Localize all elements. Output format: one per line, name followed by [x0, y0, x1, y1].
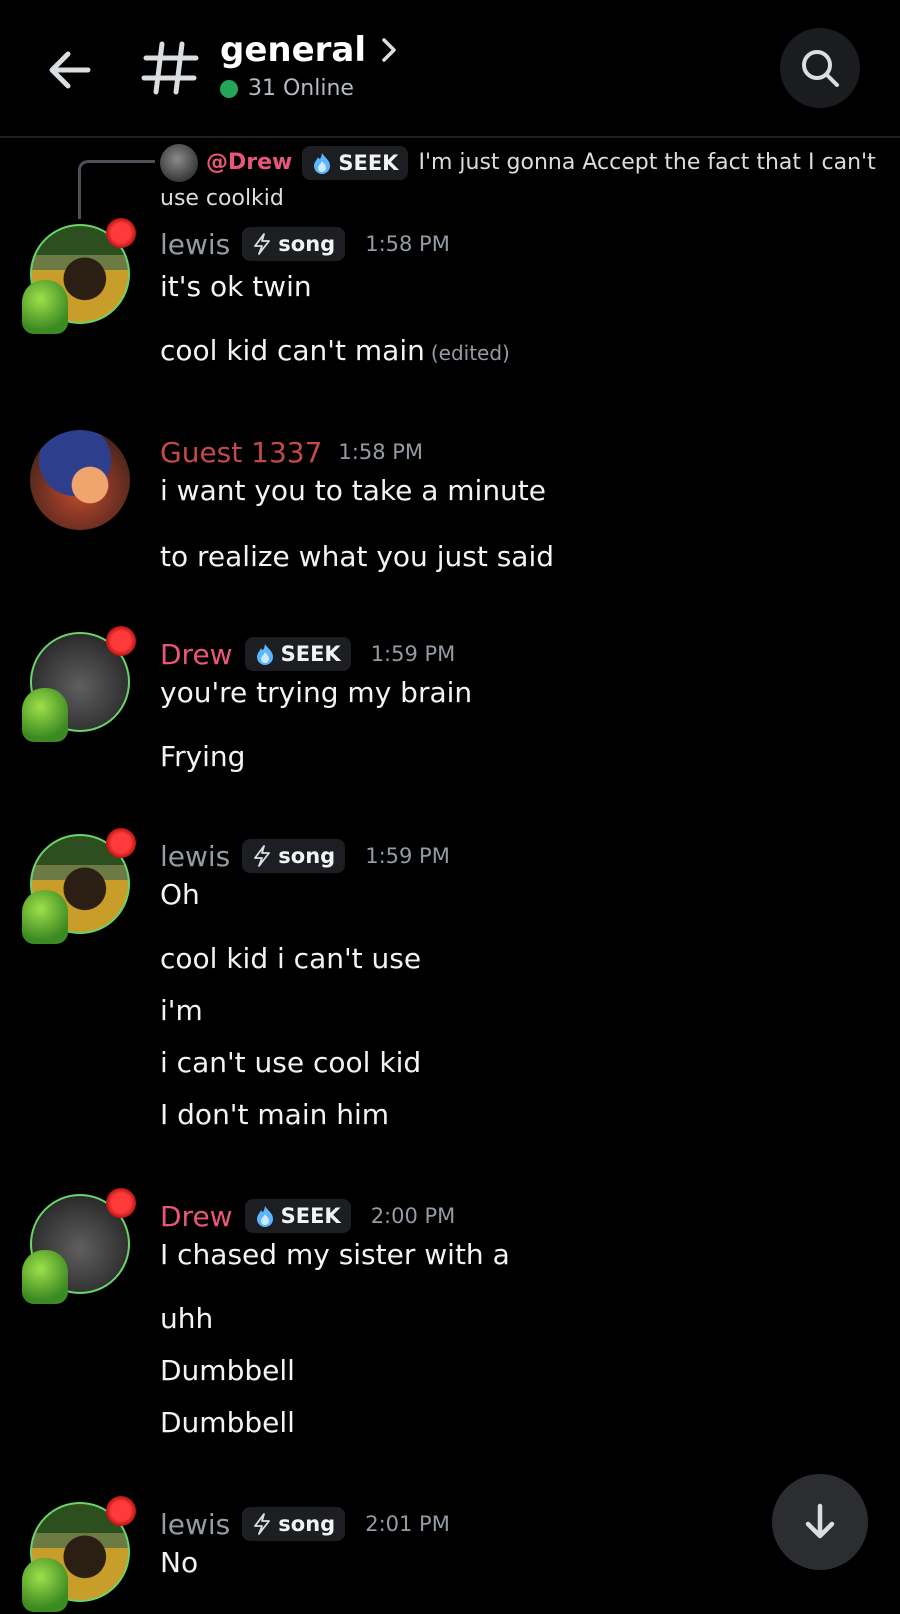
channel-name[interactable]: general [220, 30, 398, 70]
timestamp: 1:59 PM [365, 844, 450, 868]
role-tag: SEEK [244, 637, 351, 671]
timestamp: 2:00 PM [370, 1204, 456, 1228]
timestamp: 1:58 PM [338, 440, 424, 464]
avatar[interactable] [22, 1188, 136, 1304]
online-count: 31 Online [248, 76, 354, 101]
channel-title: general [220, 30, 367, 70]
message-text: cool kid i can't use [160, 942, 422, 975]
message-text: I chased my sister with a [160, 1238, 510, 1271]
online-status: 31 Online [220, 76, 354, 101]
role-tag-label: song [278, 844, 336, 868]
channel-header: general 31 Online [0, 0, 900, 138]
avatar[interactable] [22, 1496, 136, 1612]
flower-icon [106, 218, 136, 248]
cactus-icon [22, 1250, 68, 1304]
hash-icon [140, 32, 200, 102]
cactus-icon [22, 280, 68, 334]
flame-icon [314, 153, 331, 174]
search-icon [802, 50, 839, 87]
role-tag: song [242, 839, 346, 873]
author-name[interactable]: lewis [160, 1508, 230, 1541]
avatar[interactable] [22, 626, 136, 742]
back-button[interactable] [42, 42, 98, 98]
message-text: Dumbbell [160, 1406, 295, 1439]
reply-avatar [160, 144, 198, 182]
cactus-icon [22, 688, 68, 742]
message-text: you're trying my brain [160, 676, 473, 709]
message-text-edited: cool kid can't main (edited) [160, 334, 510, 367]
author-name[interactable]: Guest 1337 [160, 436, 322, 469]
message-header: Drew SEEK 1:59 PM [160, 632, 455, 676]
role-tag-label: SEEK [280, 1204, 341, 1228]
arrow-down-icon [805, 1503, 835, 1539]
author-name[interactable]: lewis [160, 840, 230, 873]
message-header: lewis song 2:01 PM [160, 1502, 450, 1546]
message-header: lewis song 1:58 PM [160, 222, 450, 266]
flame-icon [256, 644, 273, 665]
jump-to-bottom-button[interactable] [772, 1474, 868, 1570]
reply-spine [78, 160, 155, 219]
lightning-icon [254, 845, 271, 867]
message-text: Frying [160, 740, 246, 773]
message-text: No [160, 1546, 199, 1579]
message-header: Drew SEEK 2:00 PM [160, 1194, 455, 1238]
flower-icon [106, 1188, 136, 1218]
author-name[interactable]: lewis [160, 228, 230, 261]
reply-author: @Drew [206, 150, 293, 175]
role-tag: SEEK [244, 1199, 351, 1233]
author-name[interactable]: Drew [160, 1200, 233, 1233]
role-tag: SEEK [302, 146, 409, 180]
timestamp: 2:01 PM [365, 1512, 450, 1536]
lightning-icon [254, 1513, 271, 1535]
avatar[interactable] [30, 430, 130, 530]
message-header: lewis song 1:59 PM [160, 834, 450, 878]
message-text: it's ok twin [160, 270, 312, 303]
edited-label: (edited) [430, 341, 510, 365]
message-text: Dumbbell [160, 1354, 295, 1387]
timestamp: 1:59 PM [370, 642, 456, 666]
message-text: i'm [160, 994, 203, 1027]
message-text: Oh [160, 878, 200, 911]
timestamp: 1:58 PM [365, 232, 450, 256]
message-text: I don't main him [160, 1098, 390, 1131]
message-text: to realize what you just said [160, 540, 554, 573]
flower-icon [106, 626, 136, 656]
role-tag-label: song [278, 1512, 336, 1536]
online-dot-icon [220, 79, 238, 98]
search-button[interactable] [780, 28, 860, 108]
message-text: i can't use cool kid [160, 1046, 422, 1079]
cactus-icon [22, 890, 68, 944]
arrow-left-icon [49, 51, 91, 89]
flower-icon [106, 1496, 136, 1526]
role-tag: song [242, 1507, 346, 1541]
reply-content: @Drew SEEK I'm just gonna Accept the fact … [160, 144, 880, 216]
role-tag-label: song [278, 232, 336, 256]
message-text: cool kid can't main [160, 334, 425, 367]
role-tag-label: SEEK [338, 151, 399, 175]
author-name[interactable]: Drew [160, 638, 233, 671]
flower-icon [106, 828, 136, 858]
cactus-icon [22, 1558, 68, 1612]
avatar[interactable] [22, 218, 136, 334]
role-tag-label: SEEK [280, 642, 341, 666]
role-tag: song [242, 227, 346, 261]
message-text: i want you to take a minute [160, 474, 547, 507]
message-text: uhh [160, 1302, 214, 1335]
chevron-right-icon [382, 38, 396, 62]
avatar[interactable] [22, 828, 136, 944]
lightning-icon [254, 233, 271, 255]
message-header: Guest 1337 1:58 PM [160, 430, 423, 474]
flame-icon [256, 1206, 273, 1227]
